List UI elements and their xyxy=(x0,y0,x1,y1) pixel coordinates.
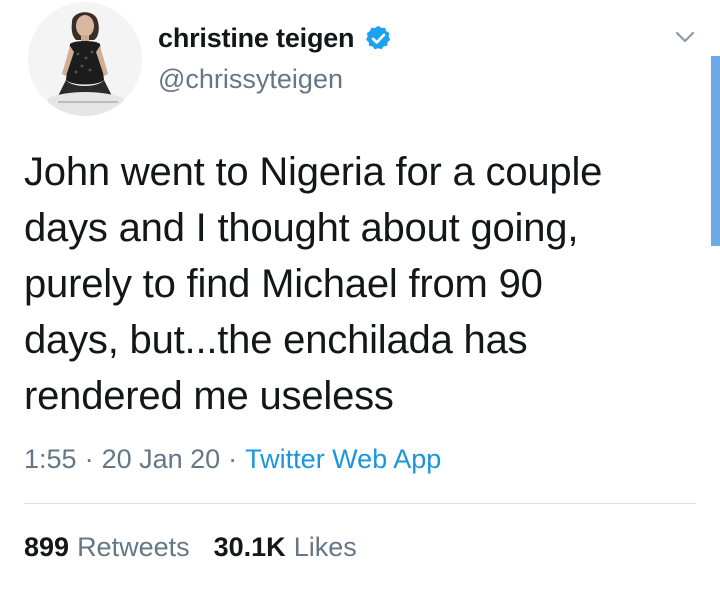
display-name[interactable]: christine teigen xyxy=(158,23,355,54)
tweet-source-link[interactable]: Twitter Web App xyxy=(245,444,441,475)
tweet-text: John went to Nigeria for a couple days a… xyxy=(24,150,603,418)
scrollbar[interactable] xyxy=(711,56,720,246)
user-handle[interactable]: @chrissyteigen xyxy=(158,64,393,95)
retweets-stat[interactable]: 899 Retweets xyxy=(24,532,190,563)
likes-count: 30.1K xyxy=(213,532,286,562)
separator: · xyxy=(228,444,238,474)
tweet-card: christine teigen @chrissyteigen John wen… xyxy=(0,0,720,590)
name-row: christine teigen xyxy=(158,18,393,58)
divider xyxy=(24,503,696,504)
retweets-label: Retweets xyxy=(77,532,190,562)
retweets-count: 899 xyxy=(24,532,70,562)
user-info: christine teigen @chrissyteigen xyxy=(158,18,393,95)
chevron-down-icon[interactable] xyxy=(672,24,698,50)
profile-photo xyxy=(28,2,142,116)
verified-badge-icon xyxy=(364,24,393,53)
tweet-time[interactable]: 1:55 xyxy=(24,444,77,475)
separator: · xyxy=(84,444,94,474)
likes-label: Likes xyxy=(293,532,357,562)
likes-stat[interactable]: 30.1K Likes xyxy=(214,532,357,563)
tweet-date[interactable]: 20 Jan 20 xyxy=(102,444,221,475)
avatar[interactable] xyxy=(28,2,142,116)
tweet-stats: 899 Retweets 30.1K Likes xyxy=(24,532,357,563)
tweet-meta: 1:55 · 20 Jan 20 · Twitter Web App xyxy=(24,444,441,475)
